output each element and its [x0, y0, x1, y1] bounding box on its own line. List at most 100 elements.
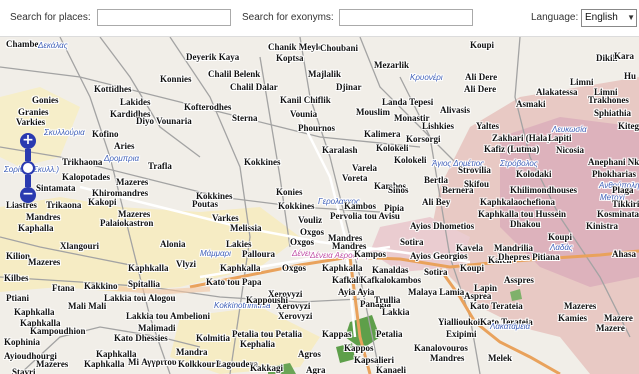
map-place-label: Ayios Dhometios: [410, 221, 475, 231]
map-place-label: Sterna: [232, 113, 258, 123]
map-place-label: Aries: [114, 141, 135, 151]
map-place-label: Kolkkourti: [178, 359, 222, 369]
zoom-slider-handle[interactable]: [21, 161, 35, 175]
map-place-label: Koptsa: [276, 53, 304, 63]
map-place-label: Alivasis: [440, 105, 471, 115]
map-place-label: Khilimondhouses: [510, 185, 578, 195]
map-place-label: Diyo Vounaria: [136, 116, 192, 126]
map-place-label: Kakkino: [84, 281, 118, 291]
map-place-label: Petalia: [376, 329, 403, 339]
map-place-label: Konnies: [160, 74, 192, 84]
map-place-label: Ftana: [52, 283, 75, 293]
map-place-label: Chanik Meyle: [268, 42, 323, 52]
map-place-label: Varkes: [212, 213, 239, 223]
map-place-label: Ali Dere: [465, 72, 498, 82]
map-place-label: Varkies: [16, 117, 46, 127]
map-place-label: Bertla: [424, 175, 448, 185]
map-place-label: Yaltes: [476, 121, 499, 131]
language-select[interactable]: English ▼: [581, 9, 637, 27]
map-place-label: Yiallioukoi: [438, 317, 481, 327]
map-place-label: Ahasa: [612, 249, 637, 259]
map-place-label: Phournos: [298, 123, 336, 133]
map-place-label: Kampoudhion: [30, 326, 86, 336]
map-place-label: Mazeres: [36, 359, 69, 369]
map-place-label: Kanaeli: [376, 365, 407, 374]
map-place-label: Alakatessa: [536, 87, 578, 97]
map-place-label: Agra: [306, 365, 326, 374]
map-place-label: Trakhones: [588, 95, 629, 105]
map-place-label: Palloura: [242, 249, 275, 259]
map-place-label: Deyerik Kaya: [186, 52, 240, 62]
map-place-label: Mandres: [26, 212, 61, 222]
map-place-label: Chalil Belenk: [208, 69, 261, 79]
map-place-label: Lakkia tou Alogou: [104, 293, 176, 303]
map-place-label: Bernera: [442, 185, 474, 195]
map-place-label: Kilion: [6, 251, 31, 261]
map-place-label: Trafla: [148, 161, 172, 171]
map-place-label: Choubani: [320, 43, 359, 53]
map-place-label: Petalia tou Petalia: [232, 329, 302, 339]
zoom-in-button[interactable]: +: [20, 133, 36, 149]
map-place-label: Dhakou: [510, 219, 541, 229]
map-place-label: Tikkiri: [612, 199, 639, 209]
map-place-label: Sphiathia: [594, 108, 632, 118]
map-place-label: Κρυονέρι: [410, 73, 443, 82]
map-place-label: Vounia: [290, 109, 318, 119]
zoom-control: + −: [19, 133, 37, 203]
zoom-slider-track[interactable]: [25, 149, 31, 161]
map-place-label: Kappas: [322, 329, 352, 339]
language-select-value: English: [585, 12, 618, 23]
map-place-label: Mazeres: [564, 301, 597, 311]
map-place-label: Μάμμαρι: [200, 249, 231, 258]
map-place-label: Trullia: [374, 295, 401, 305]
exonyms-search-label: Search for exonyms:: [242, 12, 334, 23]
map-place-label: Sintamata: [36, 183, 76, 193]
map-place-label: Kaphkalla: [322, 263, 363, 273]
map-place-label: Λακατάμεια: [490, 322, 531, 331]
map-place-label: Dhepres Pitiana: [498, 252, 560, 262]
map-place-label: Karalash: [322, 145, 358, 155]
map-place-label: Kato Terateia: [470, 301, 523, 311]
map-place-label: Kofino: [92, 129, 119, 139]
map-place-label: Kokkines: [244, 157, 281, 167]
map-place-label: Lakkia: [382, 307, 410, 317]
map-place-label: Agros: [298, 349, 321, 359]
map-viewport[interactable]: Chamber Δεκάλας Deyerik Kaya Chanik Meyle Ch…: [0, 37, 639, 374]
map-place-label: Anephani Nk: [588, 157, 639, 167]
map-place-label: Kato Dhessies: [114, 333, 168, 343]
map-place-label: Palaiokastron: [100, 218, 154, 228]
map-place-label: Alonia: [160, 239, 186, 249]
map-place-label: Kophinia: [4, 337, 41, 347]
map-place-label: Ayios Georgios: [410, 251, 468, 261]
map-place-label: Koupi: [460, 263, 485, 273]
map-place-label: Landa Tepesi: [382, 97, 434, 107]
map-place-label: Lishkies: [422, 121, 455, 131]
map-place-label: Exipimi: [446, 329, 477, 339]
map-place-label: Mezarlik: [374, 60, 409, 70]
map-place-label: Mandra: [176, 347, 208, 357]
map-place-label: Lapiti: [548, 133, 572, 143]
map-place-label: Kanil Chiflik: [280, 95, 331, 105]
map-place-label: Phokharias: [592, 169, 637, 179]
map-place-label: Kilbes: [4, 273, 29, 283]
zoom-out-button[interactable]: −: [20, 187, 36, 203]
map-place-label: Δρομπρια: [104, 154, 140, 163]
map-place-label: Asspres: [504, 275, 534, 285]
map-place-label: Kanalovouros: [414, 343, 468, 353]
map-place-label: Mouslim: [356, 107, 391, 117]
map-place-label: Kolmitia: [196, 333, 230, 343]
map-place-label: Mali Mali: [68, 301, 107, 311]
map-place-label: Kamies: [558, 313, 587, 323]
map-place-label: Stavri: [12, 367, 36, 374]
map-place-label: Λαδάς: [550, 243, 573, 252]
map-place-label: Kosminata: [597, 209, 639, 219]
map-place-label: Mazere: [596, 323, 625, 333]
map-place-label: Trikhaona: [62, 157, 103, 167]
map-place-label: Malaya Lamia: [408, 287, 465, 297]
map-place-label: Ali Dere: [464, 84, 497, 94]
places-search-input[interactable]: [97, 9, 231, 26]
exonyms-search-input[interactable]: [339, 9, 473, 26]
map-place-label: Kalimera: [364, 129, 401, 139]
map-place-label: Στρόβολος: [500, 159, 538, 168]
map-place-label: Asmaki: [516, 99, 546, 109]
